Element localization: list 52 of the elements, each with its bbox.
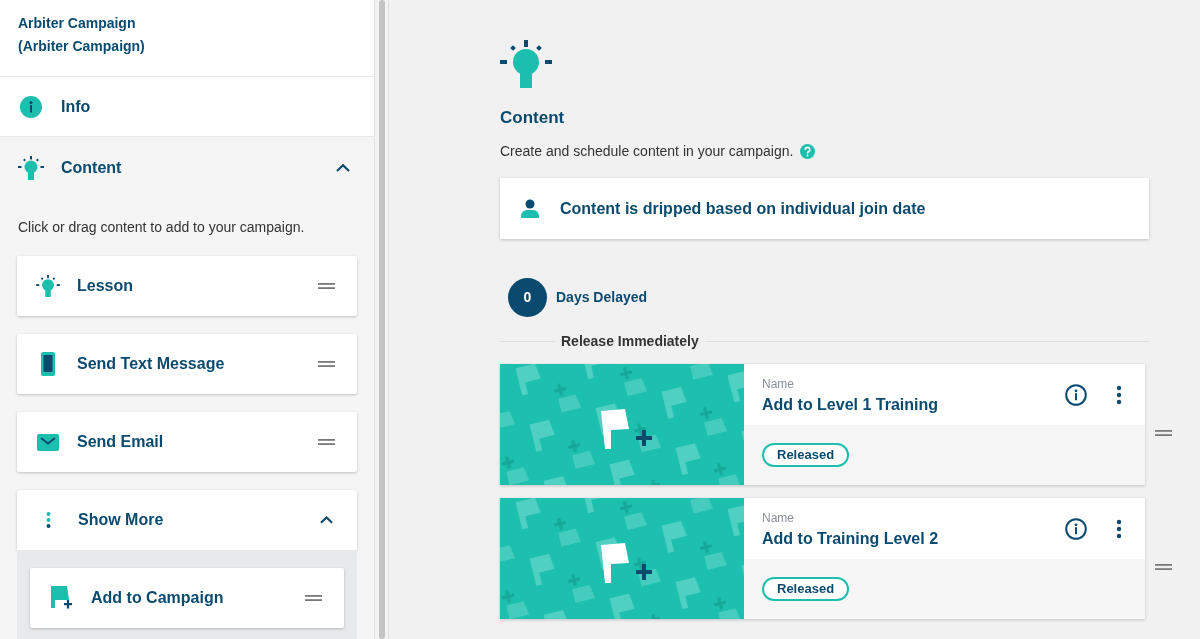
- item-label: Send Text Message: [77, 354, 225, 374]
- name-label: Name: [762, 510, 794, 526]
- name-label: Name: [762, 376, 794, 392]
- flag-plus-icon: [600, 542, 652, 583]
- content-hint: Click or drag content to add to your campaign.: [18, 218, 305, 237]
- release-label: Release Immediately: [560, 332, 700, 351]
- item-label: Add to Campaign: [91, 588, 224, 608]
- campaign-title: Arbiter Campaign (Arbiter Campaign): [18, 14, 146, 56]
- content-type-card[interactable]: Lesson: [17, 256, 357, 316]
- chevron-up-icon[interactable]: [320, 516, 333, 524]
- content-type-card[interactable]: Add to Campaign: [30, 568, 344, 628]
- info-icon[interactable]: [1065, 518, 1087, 540]
- days-count: 0: [508, 278, 547, 317]
- status-pill: Released: [762, 577, 850, 601]
- content-title: Add to Training Level 2: [762, 529, 939, 549]
- info-icon: [20, 95, 42, 118]
- more-options-icon[interactable]: [1116, 385, 1122, 405]
- phone-icon: [41, 352, 55, 376]
- info-icon[interactable]: [1065, 384, 1087, 406]
- flag-plus-icon: [51, 586, 73, 610]
- envelope-icon: [37, 433, 59, 451]
- show-more-toggle[interactable]: Show More: [17, 490, 357, 550]
- item-label: Send Email: [77, 432, 164, 452]
- content-title: Add to Level 1 Training: [762, 395, 939, 415]
- person-icon: [520, 199, 540, 218]
- drag-handle-icon[interactable]: [305, 595, 322, 601]
- days-delayed-label: Days Delayed: [556, 288, 648, 307]
- drip-notice-text: Content is dripped based on individual join date: [560, 198, 926, 219]
- content-card[interactable]: Name Add to Training Level 2 Released: [500, 498, 1145, 619]
- drag-handle-icon[interactable]: [318, 361, 335, 367]
- chevron-up-icon[interactable]: [336, 163, 350, 172]
- drag-handle-icon[interactable]: [318, 439, 335, 445]
- drag-handle-icon[interactable]: [318, 283, 335, 289]
- status-pill: Released: [762, 443, 850, 467]
- lightbulb-icon: [500, 40, 552, 88]
- drag-handle-icon[interactable]: [1155, 563, 1172, 570]
- content-nav-item[interactable]: Content: [0, 137, 374, 198]
- drag-handle-icon[interactable]: [1155, 429, 1172, 436]
- more-options-icon[interactable]: [1116, 519, 1122, 539]
- content-type-card[interactable]: Send Email: [17, 412, 357, 472]
- section-heading: Content: [500, 108, 565, 128]
- lightbulb-icon: [36, 275, 60, 297]
- scrollbar[interactable]: [374, 0, 388, 639]
- flag-plus-icon: [600, 408, 652, 449]
- content-card[interactable]: Name Add to Level 1 Training Released: [500, 364, 1145, 485]
- content-type-card[interactable]: Send Text Message: [17, 334, 357, 394]
- item-label: Lesson: [77, 276, 133, 296]
- lightbulb-icon: [18, 155, 44, 180]
- help-icon[interactable]: [800, 143, 816, 159]
- vertical-dots-icon: [46, 512, 51, 528]
- section-description: Create and schedule content in your campaign.: [500, 142, 794, 161]
- info-nav-item[interactable]: Info: [0, 77, 374, 137]
